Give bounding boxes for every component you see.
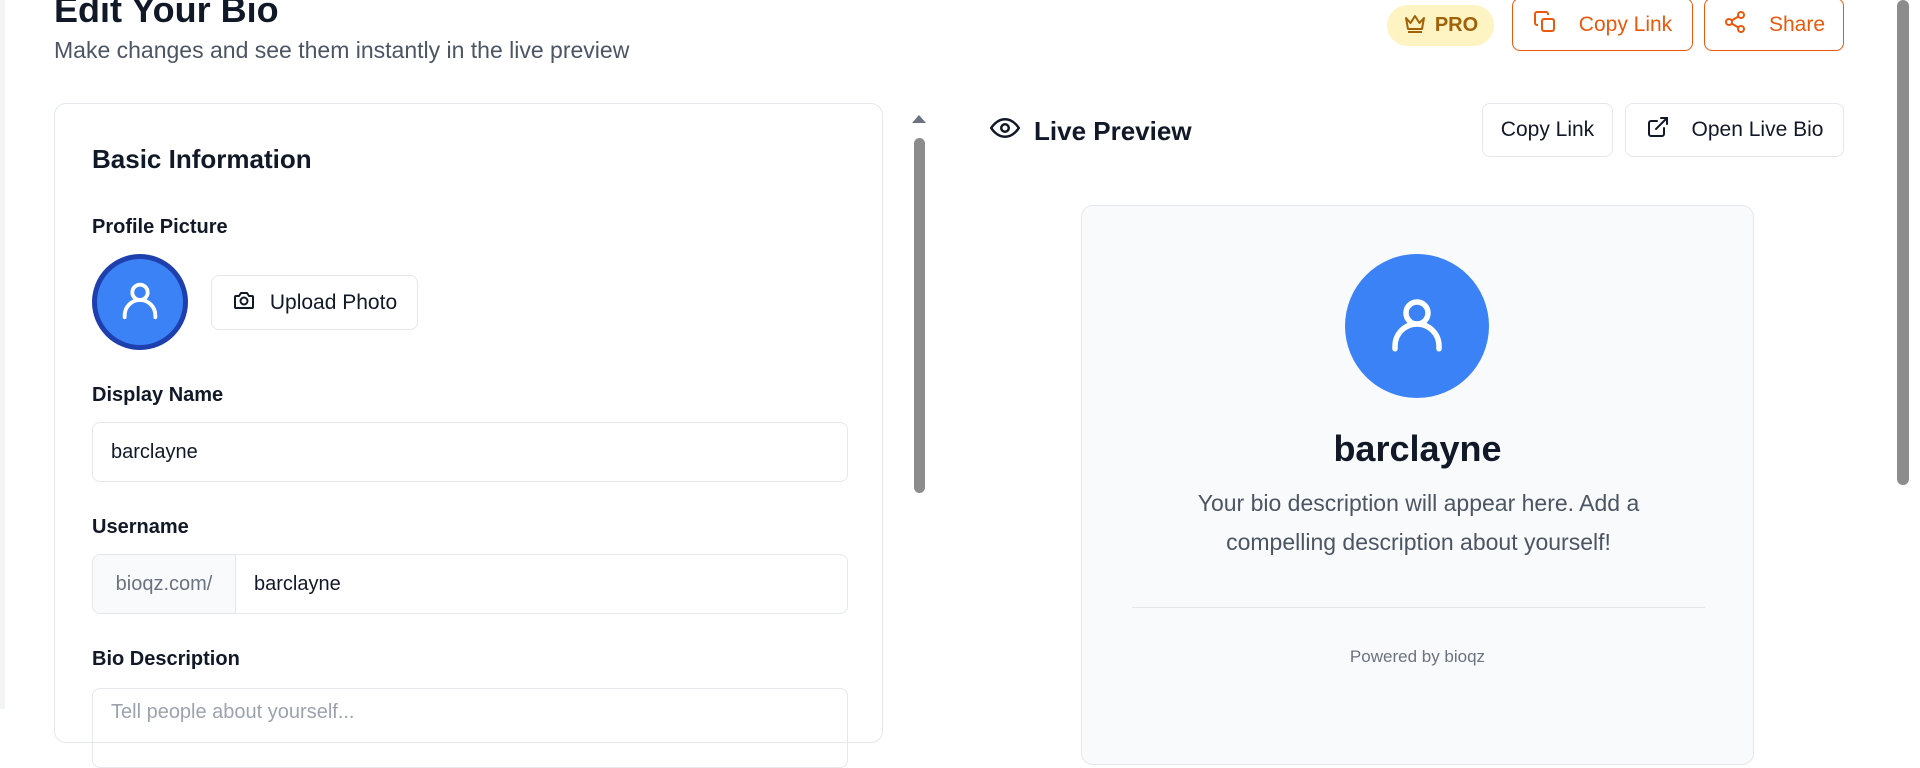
preview-copy-link-button[interactable]: Copy Link <box>1482 103 1613 157</box>
user-icon <box>1384 291 1450 362</box>
user-icon <box>117 277 163 328</box>
copy-link-button[interactable]: Copy Link <box>1512 0 1693 51</box>
username-input[interactable]: barclayne <box>236 555 847 613</box>
bio-preview-card: barclayne Your bio description will appe… <box>1081 205 1754 765</box>
basic-info-card: Basic Information Profile Picture Upload… <box>54 103 883 768</box>
camera-icon <box>232 288 256 318</box>
page-scrollbar[interactable] <box>1897 0 1909 485</box>
page-title: Edit Your Bio <box>54 0 279 30</box>
live-preview-heading: Live Preview <box>989 113 1192 150</box>
share-icon <box>1723 10 1747 40</box>
share-label: Share <box>1768 12 1826 36</box>
live-preview-title: Live Preview <box>1034 116 1192 146</box>
eye-icon <box>989 113 1021 150</box>
open-live-bio-button[interactable]: Open Live Bio <box>1625 103 1844 157</box>
section-title: Basic Information <box>92 144 312 174</box>
page-subtitle: Make changes and see them instantly in t… <box>54 37 630 63</box>
share-button[interactable]: Share <box>1704 0 1844 51</box>
crown-icon <box>1403 11 1427 41</box>
profile-picture-label: Profile Picture <box>92 216 228 238</box>
username-field: bioqz.com/ barclayne <box>92 554 848 614</box>
username-prefix: bioqz.com/ <box>93 555 236 613</box>
avatar <box>92 254 188 350</box>
form-scrollbar[interactable] <box>914 138 925 493</box>
left-border <box>0 0 5 709</box>
upload-photo-button[interactable]: Upload Photo <box>211 275 418 330</box>
upload-photo-label: Upload Photo <box>269 290 398 314</box>
bio-description-label: Bio Description <box>92 648 240 670</box>
external-link-icon <box>1646 115 1670 145</box>
open-live-bio-label: Open Live Bio <box>1691 118 1824 141</box>
preview-name: barclayne <box>1333 428 1502 469</box>
preview-description: Your bio description will appear here. A… <box>1197 490 1640 555</box>
pro-label: PRO <box>1434 14 1479 36</box>
copy-icon <box>1533 10 1557 40</box>
display-name-label: Display Name <box>92 384 224 406</box>
powered-by-text: Powered by bioqz <box>1349 647 1486 666</box>
pro-badge: PRO <box>1387 5 1494 46</box>
username-label: Username <box>92 516 189 538</box>
preview-copy-link-label: Copy Link <box>1500 118 1595 141</box>
preview-avatar <box>1345 254 1489 398</box>
copy-link-label: Copy Link <box>1578 12 1673 36</box>
scroll-up-arrow[interactable] <box>912 115 926 123</box>
bio-description-input[interactable]: Tell people about yourself... <box>92 688 848 768</box>
display-name-input[interactable]: barclayne <box>92 422 848 482</box>
preview-divider <box>1132 607 1705 608</box>
